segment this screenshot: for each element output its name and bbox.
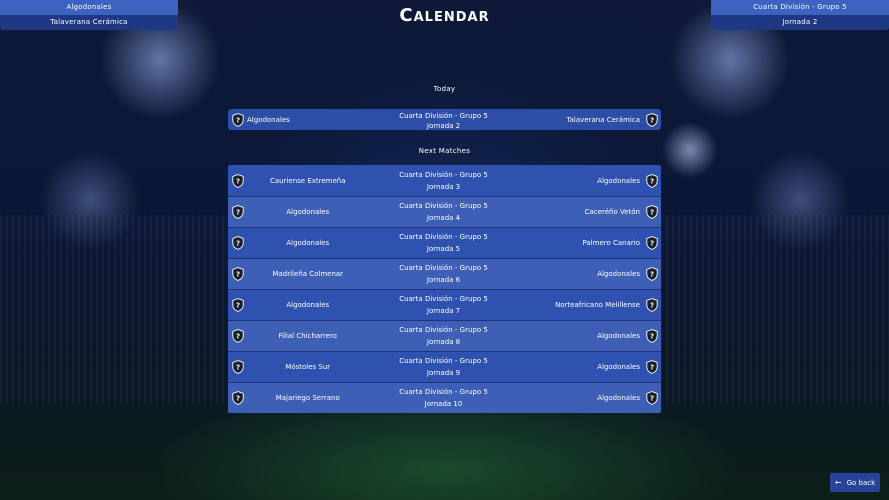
home-team: Cauriense Extremeña — [269, 176, 346, 185]
competition-name: Cuarta División - Grupo 5 — [399, 295, 488, 303]
competition-name: Cuarta División - Grupo 5 — [399, 233, 488, 241]
svg-text:?: ? — [235, 395, 239, 403]
away-shield-icon: ? — [645, 391, 658, 406]
away-shield-icon: ? — [645, 329, 658, 344]
svg-text:?: ? — [649, 209, 653, 217]
match-info: Cuarta División - Grupo 5 Jornada 7 — [369, 293, 519, 317]
home-team: Algodonales — [247, 115, 290, 124]
svg-text:?: ? — [235, 302, 239, 310]
home-team: Madrileña Colmenar — [272, 270, 344, 278]
svg-text:?: ? — [649, 364, 653, 372]
match-info: Cuarta División - Grupo 5 Jornada 5 — [369, 231, 519, 255]
match-row[interactable]: ? Algodonales Cuarta División - Grupo 5 … — [228, 289, 661, 320]
match-row[interactable]: ? Filial Chicharrero Cuarta División - G… — [228, 320, 661, 351]
go-back-button[interactable]: ← Go back — [830, 473, 880, 492]
match-info: Cuarta División - Grupo 5 Jornada 4 — [369, 200, 519, 224]
go-back-label: Go back — [846, 478, 876, 487]
away-shield-icon: ? — [645, 112, 658, 127]
competition-name: Cuarta División - Grupo 5 — [399, 388, 488, 396]
away-team: Algodonales — [597, 332, 640, 340]
away-shield-icon: ? — [645, 173, 658, 188]
svg-text:?: ? — [235, 209, 239, 217]
round-label: Jornada 9 — [426, 369, 461, 377]
round-label: Jornada 10 — [424, 400, 463, 408]
competition-name: Cuarta División - Grupo 5 — [399, 326, 488, 334]
page-title: Calendar — [399, 5, 490, 26]
match-info: Cuarta División - Grupo 5 Jornada 9 — [369, 355, 519, 379]
away-team: Algodonales — [597, 394, 640, 402]
home-shield-icon: ? — [231, 298, 244, 313]
away-shield-icon: ? — [645, 236, 658, 251]
away-shield-icon: ? — [645, 267, 658, 282]
match-info: Cuarta División - Grupo 5 Jornada 10 — [369, 386, 519, 410]
match-row[interactable]: ? Algodonales Cuarta División - Grupo 5 … — [228, 227, 661, 258]
away-shield-icon: ? — [645, 205, 658, 220]
svg-text:?: ? — [235, 240, 239, 248]
away-team: Caceréño Vetón — [584, 208, 640, 216]
match-info: Cuarta División - Grupo 5 Jornada 2 — [369, 110, 519, 130]
match-row[interactable]: ? Madrileña Colmenar Cuarta División - G… — [228, 258, 661, 289]
competition-name: Cuarta División - Grupo 5 — [399, 264, 488, 272]
today-match-row[interactable]: ? Algodonales Cuarta División - Grupo 5 … — [228, 109, 661, 130]
away-team: Algodonales — [597, 270, 640, 278]
competition-name: Cuarta División - Grupo 5 — [399, 357, 488, 365]
round-label: Jornada 2 — [426, 121, 461, 130]
competition-name: Cuarta División - Grupo 5 — [399, 202, 488, 210]
away-team: Talaverana Cerámica — [566, 115, 640, 124]
svg-text:?: ? — [235, 116, 239, 124]
next-matches-list: ? Cauriense Extremeña Cuarta División - … — [228, 165, 661, 413]
home-team: Algodonales — [286, 301, 330, 309]
svg-text:?: ? — [235, 364, 239, 372]
home-shield-icon: ? — [231, 391, 244, 406]
round-label: Jornada 4 — [426, 214, 461, 222]
match-row[interactable]: ? Majariego Serrano Cuarta División - Gr… — [228, 382, 661, 413]
away-team: Algodonales — [597, 176, 640, 185]
match-row[interactable]: ? Cauriense Extremeña Cuarta División - … — [228, 165, 661, 196]
home-shield-icon: ? — [231, 205, 244, 220]
svg-text:?: ? — [649, 116, 653, 124]
home-team: Filial Chicharrero — [278, 332, 337, 340]
arrow-left-icon: ← — [834, 478, 842, 487]
match-info: Cuarta División - Grupo 5 Jornada 8 — [369, 324, 519, 348]
round-label: Jornada 5 — [426, 245, 461, 253]
round-label: Jornada 3 — [426, 182, 461, 191]
away-shield-icon: ? — [645, 298, 658, 313]
home-shield-icon: ? — [231, 360, 244, 375]
home-shield-icon: ? — [231, 267, 244, 282]
round-label: Jornada 7 — [426, 307, 461, 315]
svg-text:?: ? — [235, 271, 239, 279]
home-shield-icon: ? — [231, 329, 244, 344]
round-label: Jornada 8 — [426, 338, 461, 346]
away-team: Algodonales — [597, 363, 640, 371]
competition-name: Cuarta División - Grupo 5 — [399, 170, 488, 179]
match-info: Cuarta División - Grupo 5 Jornada 3 — [369, 169, 519, 193]
svg-text:?: ? — [649, 302, 653, 310]
home-team: Algodonales — [286, 208, 330, 216]
away-team: Norteafricano Melillense — [555, 301, 640, 309]
svg-text:?: ? — [235, 177, 239, 185]
competition-name: Cuarta División - Grupo 5 — [399, 111, 488, 120]
svg-text:?: ? — [649, 271, 653, 279]
away-shield-icon: ? — [645, 360, 658, 375]
round-label: Jornada 6 — [426, 276, 461, 284]
today-heading: Today — [433, 85, 456, 93]
next-matches-heading: Next Matches — [418, 147, 471, 155]
home-shield-icon: ? — [231, 236, 244, 251]
svg-text:?: ? — [649, 240, 653, 248]
home-team: Algodonales — [286, 239, 330, 247]
home-shield-icon: ? — [231, 173, 244, 188]
svg-text:?: ? — [649, 395, 653, 403]
home-team: Móstoles Sur — [285, 363, 331, 371]
match-row[interactable]: ? Algodonales Cuarta División - Grupo 5 … — [228, 196, 661, 227]
home-team: Majariego Serrano — [275, 394, 340, 402]
home-shield-icon: ? — [231, 112, 244, 127]
svg-text:?: ? — [235, 333, 239, 341]
svg-text:?: ? — [649, 177, 653, 185]
match-row[interactable]: ? Móstoles Sur Cuarta División - Grupo 5… — [228, 351, 661, 382]
match-info: Cuarta División - Grupo 5 Jornada 6 — [369, 262, 519, 286]
svg-text:?: ? — [649, 333, 653, 341]
away-team: Palmero Canario — [582, 239, 640, 247]
